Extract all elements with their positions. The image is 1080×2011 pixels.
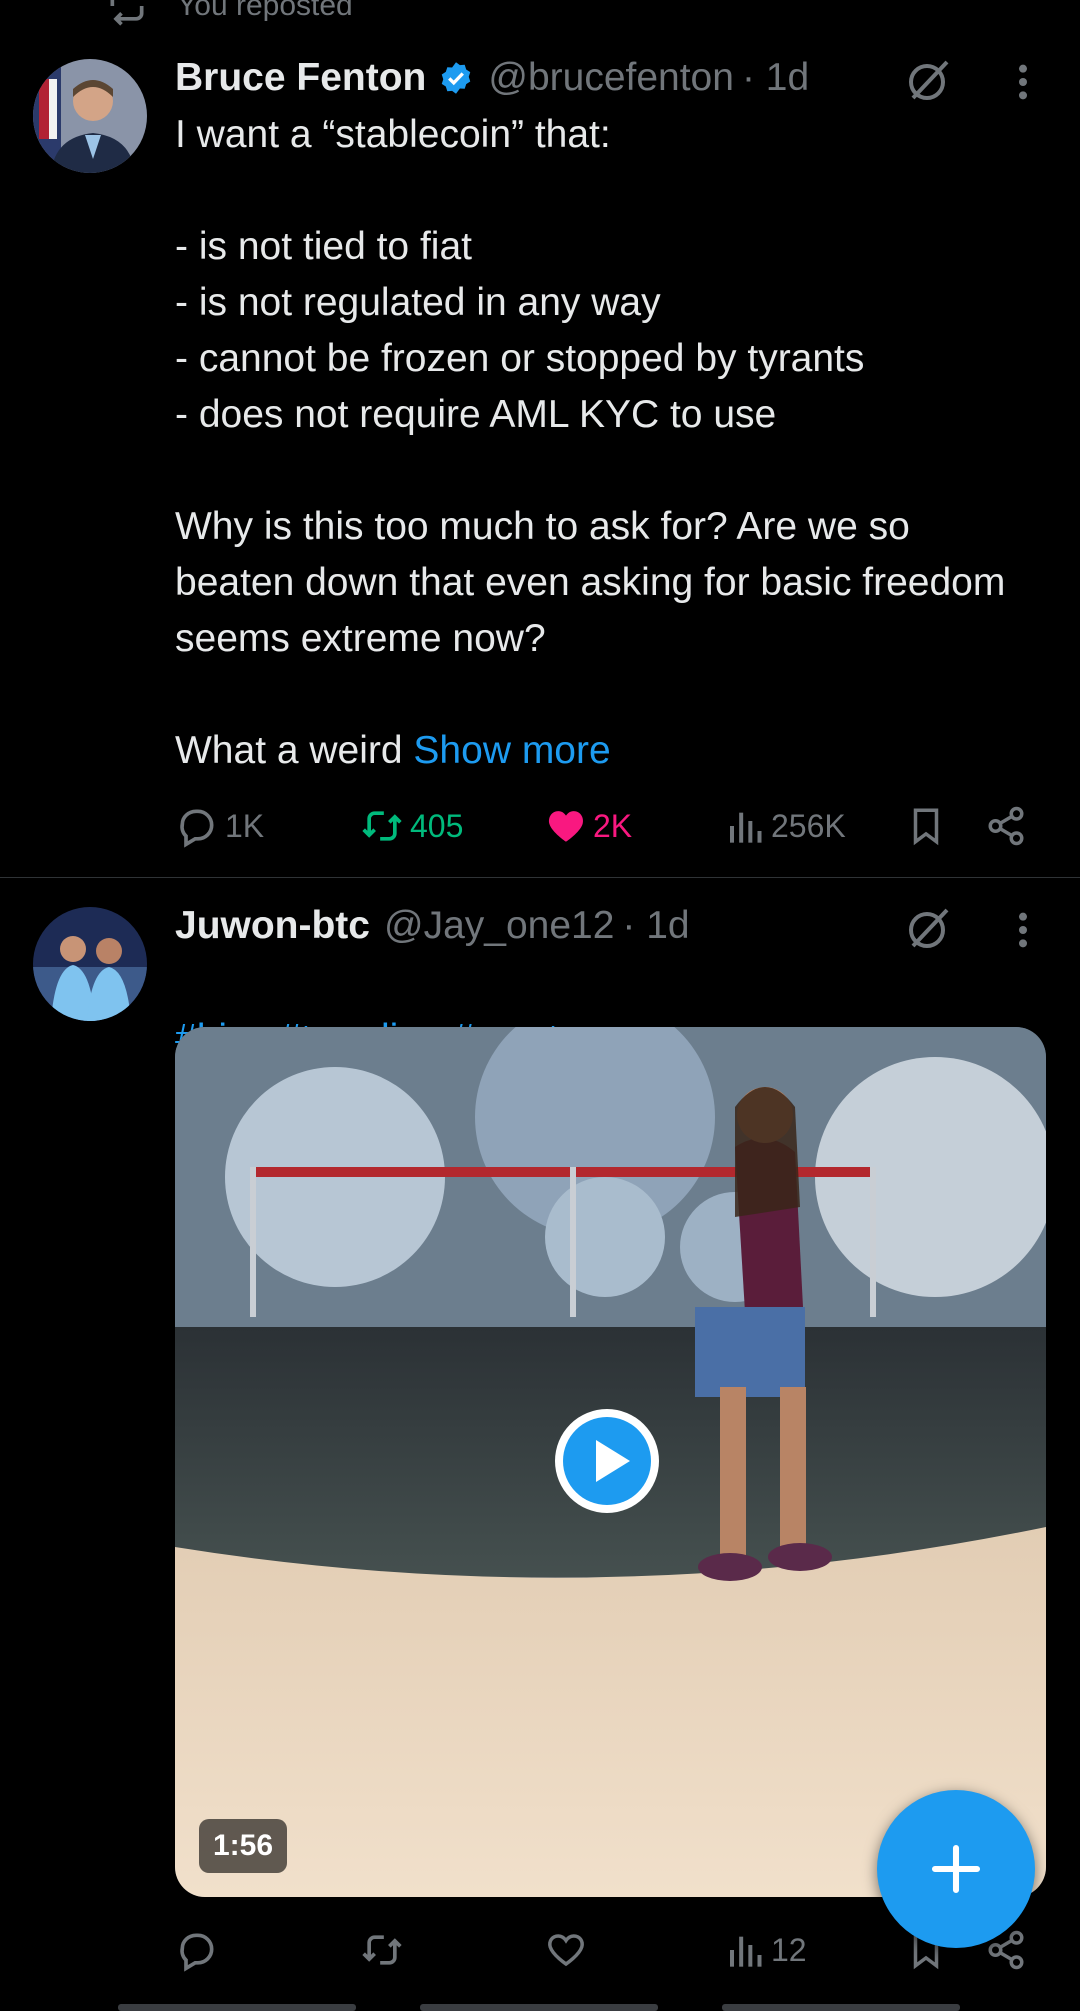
reply-count: 1K: [225, 807, 265, 844]
reply-icon: [180, 809, 214, 848]
compose-button[interactable]: [877, 1790, 1035, 1948]
views-button[interactable]: 12: [725, 1922, 807, 1978]
like-count: 2K: [593, 807, 633, 844]
grok-icon[interactable]: [905, 56, 953, 109]
bookmark-button[interactable]: [905, 798, 947, 854]
video-duration: 1:56: [199, 1819, 288, 1873]
tweet-text-main: I want a “stablecoin” that: - is not tie…: [175, 113, 1006, 772]
repost-icon: [362, 811, 402, 841]
author-handle[interactable]: @brucefenton: [488, 56, 734, 100]
like-button[interactable]: 2K: [545, 798, 632, 854]
like-icon: [548, 811, 584, 842]
grok-icon[interactable]: [905, 904, 953, 957]
share-icon: [988, 806, 1024, 846]
bookmark-icon: [913, 808, 939, 846]
repost-button[interactable]: [360, 1922, 404, 1978]
tweet-actions: 1K 405 2K 256K: [175, 798, 1035, 854]
share-button[interactable]: [985, 798, 1027, 854]
repost-icon: [362, 1935, 402, 1965]
avatar[interactable]: [33, 907, 147, 1021]
author-handle[interactable]: @Jay_one12: [384, 904, 614, 948]
play-icon: [555, 1409, 659, 1513]
repost-button[interactable]: 405: [360, 798, 463, 854]
tweet-time[interactable]: · 1d: [622, 904, 689, 948]
reply-button[interactable]: 1K: [175, 798, 264, 854]
tweet-text: I want a “stablecoin” that: - is not tie…: [175, 107, 1025, 779]
verified-icon: [438, 60, 474, 96]
show-more-link[interactable]: Show more: [413, 729, 610, 772]
views-icon: [730, 812, 762, 843]
reply-button[interactable]: [175, 1922, 219, 1978]
views-button[interactable]: 256K: [725, 798, 846, 854]
more-icon[interactable]: [1008, 62, 1038, 107]
play-button[interactable]: [552, 1406, 662, 1516]
like-button[interactable]: [545, 1922, 587, 1978]
like-icon: [548, 1934, 584, 1967]
tweet-1[interactable]: Bruce Fenton @brucefenton · 1d I want a …: [0, 0, 1080, 878]
more-icon[interactable]: [1008, 910, 1038, 955]
author-name[interactable]: Juwon-btc: [175, 904, 370, 948]
video-player[interactable]: 1:56: [175, 1027, 1046, 1897]
bottom-nav-edge: [0, 2004, 1080, 2011]
views-icon: [730, 1936, 762, 1967]
author-name[interactable]: Bruce Fenton: [175, 56, 426, 100]
plus-icon: [931, 1844, 981, 1894]
tweet-time[interactable]: · 1d: [742, 56, 809, 100]
repost-count: 405: [410, 807, 464, 844]
views-count: 256K: [771, 807, 846, 844]
avatar[interactable]: [33, 59, 147, 173]
views-count: 12: [771, 1931, 807, 1968]
reply-icon: [180, 1933, 214, 1972]
